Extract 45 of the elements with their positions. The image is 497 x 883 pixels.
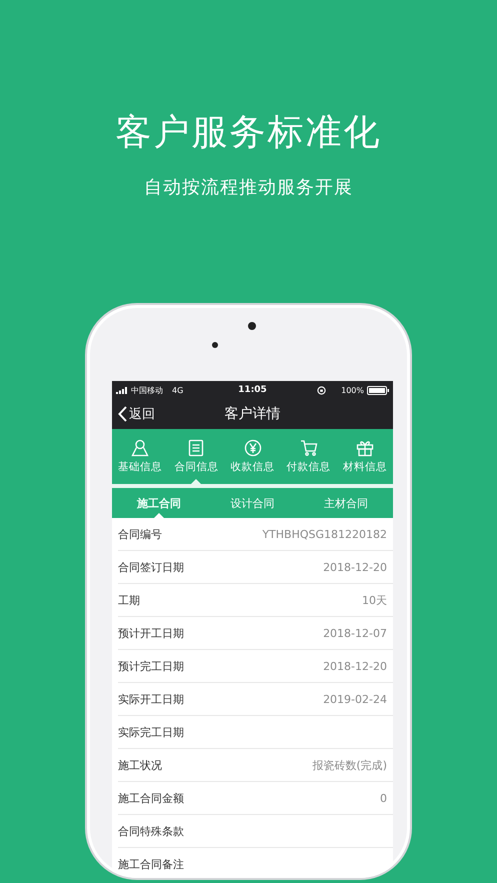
screen-title: 客户详情 bbox=[224, 405, 280, 423]
field-value: 2019-02-24 bbox=[323, 692, 387, 706]
field-label: 施工合同备注 bbox=[118, 856, 184, 872]
tab[interactable]: 材料信息 bbox=[336, 429, 394, 484]
tab[interactable]: 付款信息 bbox=[280, 429, 337, 484]
field-label: 工期 bbox=[118, 592, 140, 608]
tab[interactable]: 基础信息 bbox=[112, 429, 168, 484]
field-value: 2018-12-20 bbox=[323, 660, 387, 672]
chevron-left-icon bbox=[118, 406, 127, 422]
sub-tab[interactable]: 设计合同 bbox=[206, 488, 300, 518]
tab[interactable]: 收款信息 bbox=[224, 429, 281, 484]
status-time: 11:05 bbox=[238, 385, 267, 395]
field-value: 0 bbox=[380, 792, 387, 804]
field-label: 合同编号 bbox=[118, 526, 162, 542]
back-button[interactable]: 返回 bbox=[112, 405, 155, 423]
headline: 客户服务标准化 bbox=[116, 111, 382, 155]
camera-dot bbox=[248, 322, 256, 330]
document-icon bbox=[187, 439, 206, 457]
battery-icon bbox=[367, 386, 389, 394]
field-value: 报瓷砖数(完成) bbox=[312, 758, 387, 772]
rotation-lock-icon bbox=[317, 386, 326, 394]
battery-label: 100% bbox=[341, 386, 364, 394]
field-value: YTHBHQSG181220182 bbox=[262, 528, 387, 540]
field-value: 2018-12-20 bbox=[323, 560, 387, 574]
network-label: 4G bbox=[172, 386, 184, 394]
field-label: 预计开工日期 bbox=[118, 626, 184, 640]
field-value: 10天 bbox=[362, 592, 387, 608]
field-label: 实际完工日期 bbox=[118, 724, 184, 740]
gift-icon bbox=[356, 439, 374, 457]
subheadline: 自动按流程推动服务开展 bbox=[144, 176, 353, 200]
field-value: 2018-12-07 bbox=[323, 626, 387, 640]
field-label: 实际开工日期 bbox=[118, 692, 184, 706]
field-label: 施工合同金额 bbox=[118, 790, 184, 806]
sensor-dot bbox=[212, 342, 218, 348]
field-label: 预计完工日期 bbox=[118, 658, 184, 674]
field-label: 施工状况 bbox=[118, 758, 162, 772]
sub-tab[interactable]: 施工合同 bbox=[112, 488, 206, 518]
field-label: 合同特殊条款 bbox=[118, 824, 184, 838]
carrier-label: 中国移动 bbox=[131, 384, 163, 396]
signal-icon bbox=[116, 386, 128, 394]
sub-tab[interactable]: 主材合同 bbox=[299, 488, 394, 518]
cart-icon bbox=[300, 439, 318, 457]
person-icon bbox=[131, 439, 150, 457]
yen-icon bbox=[244, 439, 262, 457]
field-label: 合同签订日期 bbox=[118, 560, 184, 574]
